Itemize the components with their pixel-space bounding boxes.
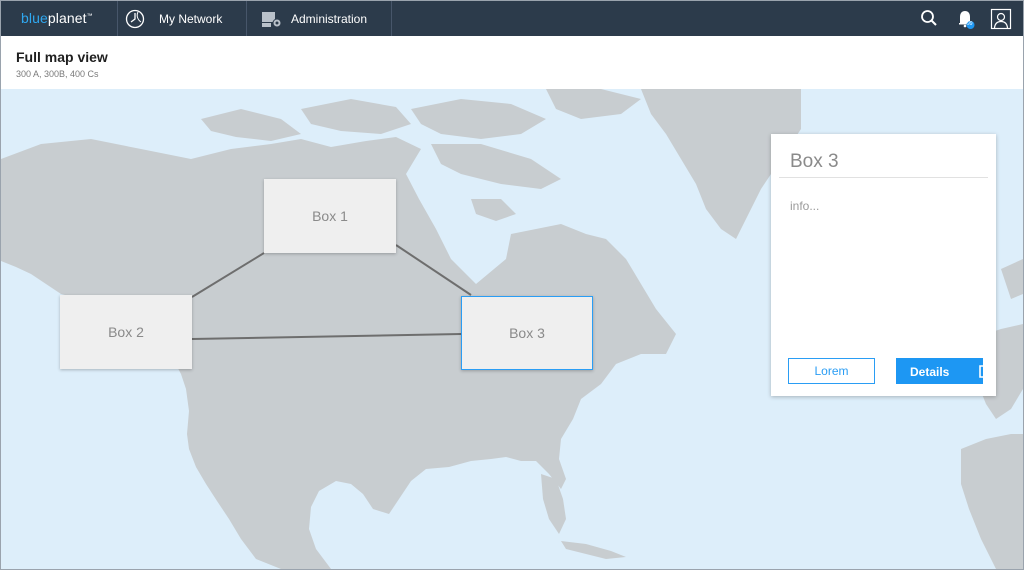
- search-icon[interactable]: [919, 8, 939, 33]
- nav-my-network[interactable]: My Network: [117, 1, 247, 36]
- info-panel-title: Box 3: [790, 151, 839, 172]
- nav-my-network-label: My Network: [159, 12, 223, 26]
- logo-text-white: planet: [47, 10, 87, 26]
- network-map[interactable]: Box 1 Box 2 Box 3 Box 3 info... Lorem De…: [1, 89, 1023, 569]
- map-node-label: Box 3: [509, 325, 545, 341]
- lorem-button-label: Lorem: [814, 364, 849, 378]
- info-panel-text: info...: [790, 199, 820, 213]
- map-node-label: Box 2: [108, 324, 144, 340]
- nav-administration-label: Administration: [291, 12, 368, 26]
- server-gear-icon: [261, 11, 283, 32]
- node-info-panel: Box 3 info... Lorem Details: [771, 134, 996, 396]
- map-node-box-3[interactable]: Box 3: [461, 296, 593, 370]
- notification-badge: 99: [967, 21, 973, 27]
- map-node-box-2[interactable]: Box 2: [60, 295, 192, 369]
- app-window: blueplanet™ My Network Administration 99…: [0, 0, 1024, 570]
- page-title: Full map view: [16, 49, 108, 65]
- page-header: Full map view 300 A, 300B, 400 Cs: [1, 36, 1023, 89]
- map-node-label: Box 1: [312, 208, 348, 224]
- logo-text-blue: blue: [21, 10, 48, 26]
- details-button[interactable]: Details: [896, 358, 993, 384]
- map-node-box-1[interactable]: Box 1: [264, 179, 396, 253]
- top-navigation-bar: blueplanet™ My Network Administration 99: [1, 1, 1023, 36]
- nav-administration[interactable]: Administration: [246, 1, 392, 36]
- user-profile-icon[interactable]: [990, 8, 1012, 35]
- logo-trademark: ™: [86, 13, 93, 20]
- notification-bell-icon[interactable]: 99: [955, 8, 977, 35]
- blueplanet-logo[interactable]: blueplanet™: [1, 1, 118, 36]
- lorem-button[interactable]: Lorem: [788, 358, 875, 384]
- info-panel-divider: [779, 177, 988, 178]
- page-subtitle: 300 A, 300B, 400 Cs: [16, 69, 99, 79]
- logo-text: blueplanet™: [21, 10, 93, 26]
- globe-clock-icon: [125, 9, 145, 32]
- details-button-label: Details: [910, 365, 950, 379]
